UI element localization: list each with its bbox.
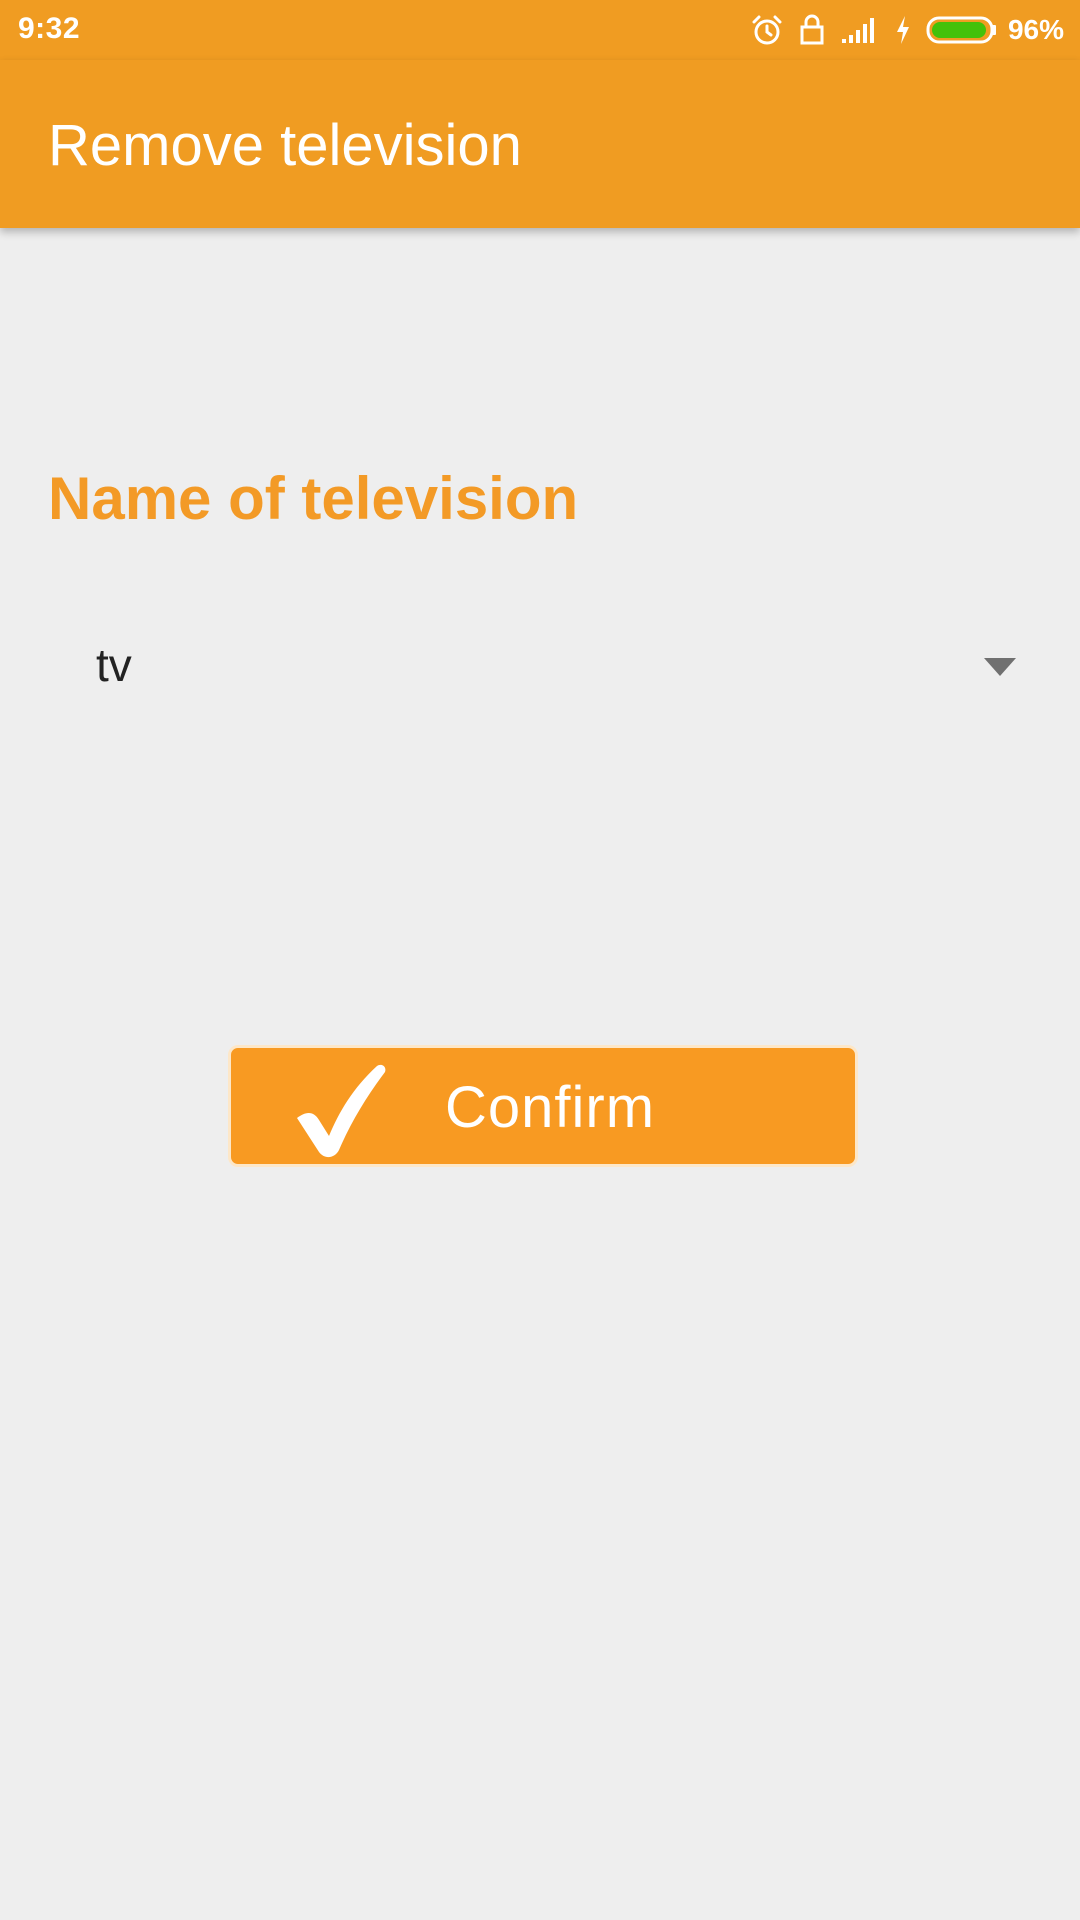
lock-icon xyxy=(798,13,826,47)
status-bar: 9:32 96% xyxy=(0,0,1080,60)
status-icons: 96% xyxy=(736,10,1064,50)
dropdown-selected-value: tv xyxy=(96,639,132,691)
television-name-label: Name of television xyxy=(48,465,579,532)
alarm-icon xyxy=(750,13,784,47)
dropdown-arrow-icon xyxy=(984,658,1016,676)
confirm-button[interactable]: Confirm xyxy=(228,1045,858,1167)
charging-icon xyxy=(894,14,912,46)
status-time: 9:32 xyxy=(18,12,81,45)
signal-icon xyxy=(840,15,880,45)
checkmark-icon xyxy=(289,1060,393,1165)
battery-icon xyxy=(926,15,998,45)
confirm-label: Confirm xyxy=(445,1075,656,1140)
battery-percent: 96% xyxy=(1007,14,1064,45)
page-title: Remove television xyxy=(48,113,522,178)
app-bar: Remove television xyxy=(0,60,1080,228)
television-name-dropdown[interactable]: tv xyxy=(48,620,1032,720)
screen: 9:32 96% Remove television Name of telev… xyxy=(0,0,1080,1920)
